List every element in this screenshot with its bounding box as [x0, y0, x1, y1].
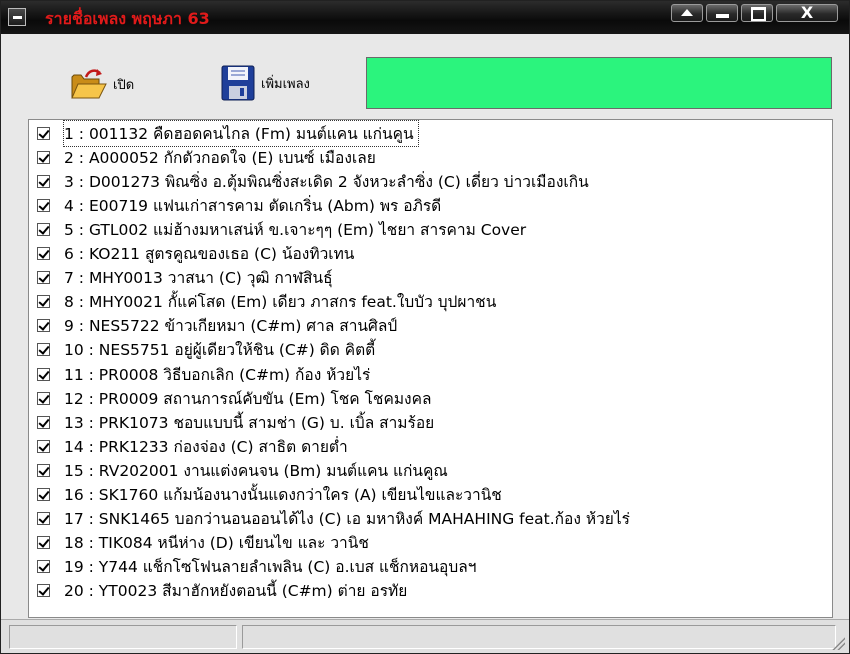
song-label: 5 : GTL002 แม่ฮ้างมหาเสน่ห์ ข.เจาะๆๆ (Em… — [64, 220, 527, 239]
song-checkbox[interactable] — [37, 222, 50, 236]
maximize-icon — [751, 7, 766, 21]
song-list-item[interactable]: 6 : KO211 สูตรคูณของเธอ (C) น้องทิวเทน — [29, 242, 832, 266]
resize-grip-icon[interactable] — [831, 636, 845, 650]
song-checkbox[interactable] — [37, 415, 50, 429]
song-checkbox[interactable] — [37, 512, 50, 526]
status-panel-1 — [9, 625, 237, 649]
rollup-button[interactable] — [671, 4, 703, 22]
song-checkbox[interactable] — [37, 319, 50, 333]
song-label: 3 : D001273 พิณซิ่ง อ.ตุ้มพิณซิ่งสะเดิด … — [64, 172, 589, 191]
song-list-item[interactable]: 15 : RV202001 งานแต่งคนจน (Bm) มนต์แคน แ… — [29, 458, 832, 482]
song-label: 6 : KO211 สูตรคูณของเธอ (C) น้องทิวเทน — [64, 245, 355, 263]
song-list-item[interactable]: 5 : GTL002 แม่ฮ้างมหาเสน่ห์ ข.เจาะๆๆ (Em… — [29, 217, 832, 241]
song-label: 8 : MHY0021 กั้แค่โสด (Em) เดียว ภาสกร f… — [64, 293, 497, 312]
song-list-item[interactable]: 10 : NES5751 อยู่ผู้เดียวให้ชิน (C#) ดิด… — [29, 338, 832, 362]
song-list-item[interactable]: 18 : TIK084 หนีห่าง (D) เขียนไข และ วานิ… — [29, 531, 832, 555]
song-list-item[interactable]: 13 : PRK1073 ชอบแบบนี้ สามช่า (G) บ. เบิ… — [29, 410, 832, 434]
close-button[interactable]: X — [776, 3, 838, 22]
song-checkbox[interactable] — [37, 584, 50, 598]
song-list-item[interactable]: 17 : SNK1465 บอกว่านอนออนได้ไง (C) เอ มห… — [29, 507, 832, 531]
song-list-item[interactable]: 2 : A000052 กักตัวกอดใจ (E) เบนซ์ เมืองเ… — [29, 145, 832, 169]
song-label: 4 : E00719 แฟนเก่าสารคาม ตัดเกริ่น (Abm)… — [64, 196, 442, 215]
song-list-item[interactable]: 12 : PR0009 สถานการณ์คับขัน (Em) โชค โชค… — [29, 386, 832, 410]
floppy-disk-icon — [221, 65, 255, 101]
open-button-label: เปิด — [113, 77, 135, 93]
status-panel-2 — [242, 625, 836, 649]
add-song-button[interactable]: เพิ่มเพลง — [221, 65, 310, 101]
system-menu-icon[interactable] — [8, 8, 26, 26]
chevron-up-icon — [681, 9, 693, 16]
add-song-button-label: เพิ่มเพลง — [261, 76, 310, 92]
song-list-item[interactable]: 4 : E00719 แฟนเก่าสารคาม ตัดเกริ่น (Abm)… — [29, 193, 832, 217]
song-checkbox[interactable] — [37, 150, 50, 164]
song-checkbox[interactable] — [37, 391, 50, 405]
open-button[interactable]: เปิด — [69, 67, 134, 101]
song-label: 10 : NES5751 อยู่ผู้เดียวให้ชิน (C#) ดิด… — [64, 341, 376, 360]
song-label: 1 : 001132 คืดฮอดคนไกล (Fm) มนต์แคน แก่น… — [63, 120, 419, 147]
song-checkbox[interactable] — [37, 560, 50, 574]
song-label: 12 : PR0009 สถานการณ์คับขัน (Em) โชค โชค… — [64, 389, 432, 408]
window-title: รายชื่อเพลง พฤษภา 63 — [45, 9, 210, 28]
song-checkbox[interactable] — [37, 439, 50, 453]
song-list-item[interactable]: 11 : PR0008 วิธีบอกเลิก (C#m) ก้อง ห้วยไ… — [29, 362, 832, 386]
toolbar: เปิด เพิ่มเพลง — [1, 35, 849, 117]
song-list-item[interactable]: 20 : YT0023 สีมาฮักหยังตอนนี้ (C#m) ต่าย… — [29, 579, 832, 603]
minimize-button[interactable] — [706, 4, 738, 22]
song-checkbox[interactable] — [37, 174, 50, 188]
song-list-item[interactable]: 14 : PRK1233 ก่องจ่อง (C) สาธิต ดายต่ำ — [29, 434, 832, 458]
status-display-box — [366, 57, 832, 109]
status-bar — [1, 619, 849, 653]
song-label: 19 : Y744 แช็กโซโฟนลายลำเพลิน (C) อ.เบส … — [64, 558, 477, 577]
song-label: 11 : PR0008 วิธีบอกเลิก (C#m) ก้อง ห้วยไ… — [64, 365, 371, 384]
song-label: 9 : NES5722 ข้าวเกียหมา (C#m) ศาล สานศิล… — [64, 317, 398, 336]
maximize-button[interactable] — [741, 4, 773, 22]
song-list-item[interactable]: 7 : MHY0013 วาสนา (C) วุฒิ กาฬสินธุ์ — [29, 266, 832, 290]
minimize-icon — [716, 14, 729, 18]
song-checkbox[interactable] — [37, 271, 50, 285]
song-list-item[interactable]: 3 : D001273 พิณซิ่ง อ.ตุ้มพิณซิ่งสะเดิด … — [29, 169, 832, 193]
song-label: 16 : SK1760 แก้มน้องนางนั้นแดงกว่าใคร (A… — [64, 486, 502, 504]
song-label: 17 : SNK1465 บอกว่านอนออนได้ไง (C) เอ มห… — [64, 510, 630, 529]
main-window: รายชื่อเพลง พฤษภา 63 X เปิด เพิ่มเพลง 1 … — [0, 0, 850, 654]
song-label: 2 : A000052 กักตัวกอดใจ (E) เบนซ์ เมืองเ… — [64, 148, 376, 167]
song-list-item[interactable]: 9 : NES5722 ข้าวเกียหมา (C#m) ศาล สานศิล… — [29, 314, 832, 338]
song-checkbox[interactable] — [37, 367, 50, 381]
song-list-item[interactable]: 16 : SK1760 แก้มน้องนางนั้นแดงกว่าใคร (A… — [29, 483, 832, 507]
close-icon: X — [800, 3, 814, 22]
song-checkbox[interactable] — [37, 198, 50, 212]
song-label: 13 : PRK1073 ชอบแบบนี้ สามช่า (G) บ. เบิ… — [64, 413, 435, 432]
song-checkbox[interactable] — [37, 536, 50, 550]
song-label: 15 : RV202001 งานแต่งคนจน (Bm) มนต์แคน แ… — [64, 461, 448, 480]
song-checkbox[interactable] — [37, 488, 50, 501]
song-checklist[interactable]: 1 : 001132 คืดฮอดคนไกล (Fm) มนต์แคน แก่น… — [28, 119, 833, 618]
song-checkbox[interactable] — [37, 126, 50, 140]
song-checkbox[interactable] — [37, 343, 50, 357]
song-checkbox[interactable] — [37, 295, 50, 309]
song-label: 20 : YT0023 สีมาฮักหยังตอนนี้ (C#m) ต่าย… — [64, 582, 408, 601]
song-checkbox[interactable] — [37, 247, 50, 260]
song-label: 7 : MHY0013 วาสนา (C) วุฒิ กาฬสินธุ์ — [64, 269, 333, 288]
song-list-item[interactable]: 19 : Y744 แช็กโซโฟนลายลำเพลิน (C) อ.เบส … — [29, 555, 832, 579]
song-label: 18 : TIK084 หนีห่าง (D) เขียนไข และ วานิ… — [64, 534, 369, 553]
song-list-item[interactable]: 8 : MHY0021 กั้แค่โสด (Em) เดียว ภาสกร f… — [29, 290, 832, 314]
song-label: 14 : PRK1233 ก่องจ่อง (C) สาธิต ดายต่ำ — [64, 437, 348, 456]
song-list-item[interactable]: 1 : 001132 คืดฮอดคนไกล (Fm) มนต์แคน แก่น… — [29, 120, 832, 147]
song-checkbox[interactable] — [37, 463, 50, 477]
title-bar[interactable]: รายชื่อเพลง พฤษภา 63 X — [1, 1, 849, 34]
folder-open-icon — [69, 67, 107, 101]
